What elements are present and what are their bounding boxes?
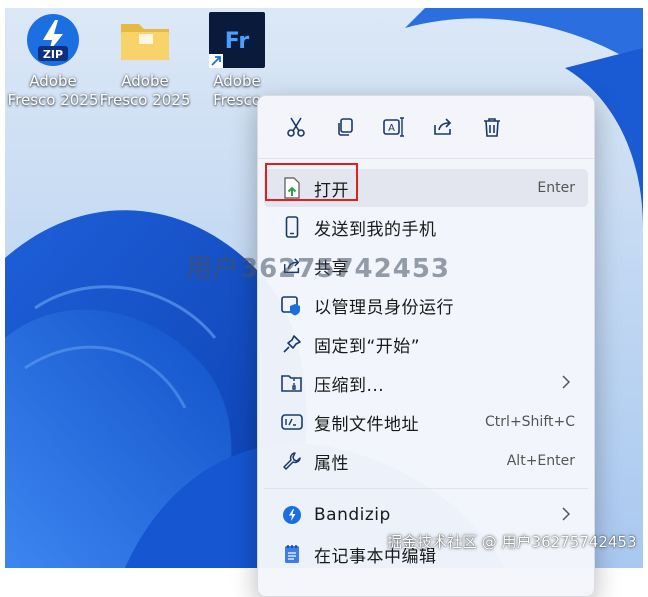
notepad-icon: [279, 542, 305, 566]
menu-item-compress-to[interactable]: 压缩到...: [264, 364, 588, 402]
highlight-annotation-box: [265, 163, 358, 201]
archive-icon: [279, 371, 305, 395]
share-button[interactable]: [418, 107, 467, 147]
menu-item-run-as-admin[interactable]: 以管理员身份运行: [264, 286, 588, 324]
rename-icon: A: [382, 117, 404, 137]
wrench-icon: [279, 449, 305, 473]
menu-item-properties[interactable]: 属性 Alt+Enter: [264, 442, 588, 480]
desktop-icon-label: Adobe Fresco 2025: [99, 72, 191, 109]
desktop-icon-label: Adobe Fresco 2025: [7, 72, 99, 109]
menu-item-copy-path[interactable]: 复制文件地址 Ctrl+Shift+C: [264, 403, 588, 441]
copy-icon: [337, 118, 353, 136]
desktop-icon-folder[interactable]: Adobe Fresco 2025: [99, 12, 191, 110]
cut-icon: [286, 117, 305, 137]
admin-shield-icon: [279, 293, 305, 317]
chevron-right-icon: [562, 375, 570, 389]
folder-icon: [121, 24, 169, 60]
delete-button[interactable]: [467, 107, 516, 147]
zip-archive-icon: ZIP: [27, 14, 79, 66]
copy-path-icon: [279, 410, 305, 434]
svg-text:A: A: [388, 123, 395, 134]
menu-item-pin-to-start[interactable]: 固定到“开始”: [264, 325, 588, 363]
copy-button[interactable]: [320, 107, 369, 147]
pin-icon: [279, 332, 305, 356]
share-icon: [433, 118, 451, 135]
shortcut-text: Enter: [537, 180, 575, 196]
svg-text:ZIP: ZIP: [43, 48, 63, 61]
shortcut-text: Ctrl+Shift+C: [485, 414, 575, 430]
shortcut-text: Alt+Enter: [506, 453, 575, 469]
menu-divider: [264, 488, 588, 489]
adobe-fresco-icon: Fr: [209, 12, 265, 68]
delete-icon: [483, 118, 500, 137]
desktop-icon-zip[interactable]: ZIP Adobe Fresco 2025: [7, 12, 99, 110]
chevron-right-icon: [562, 507, 570, 521]
footer-watermark: 掘金技术社区 @ 用户3627574245​3: [387, 533, 637, 551]
svg-text:Fr: Fr: [225, 29, 250, 54]
rename-button[interactable]: A: [369, 107, 418, 147]
menu-item-send-to-phone[interactable]: 发送到我的手机: [264, 208, 588, 246]
menu-item-bandizip[interactable]: Bandizip: [264, 496, 588, 534]
cut-button[interactable]: [271, 107, 320, 147]
phone-icon: [279, 215, 305, 239]
watermark-text: 用户3627574245​3: [186, 254, 450, 284]
quick-action-bar: A: [258, 96, 594, 159]
bandizip-icon: [279, 503, 305, 527]
